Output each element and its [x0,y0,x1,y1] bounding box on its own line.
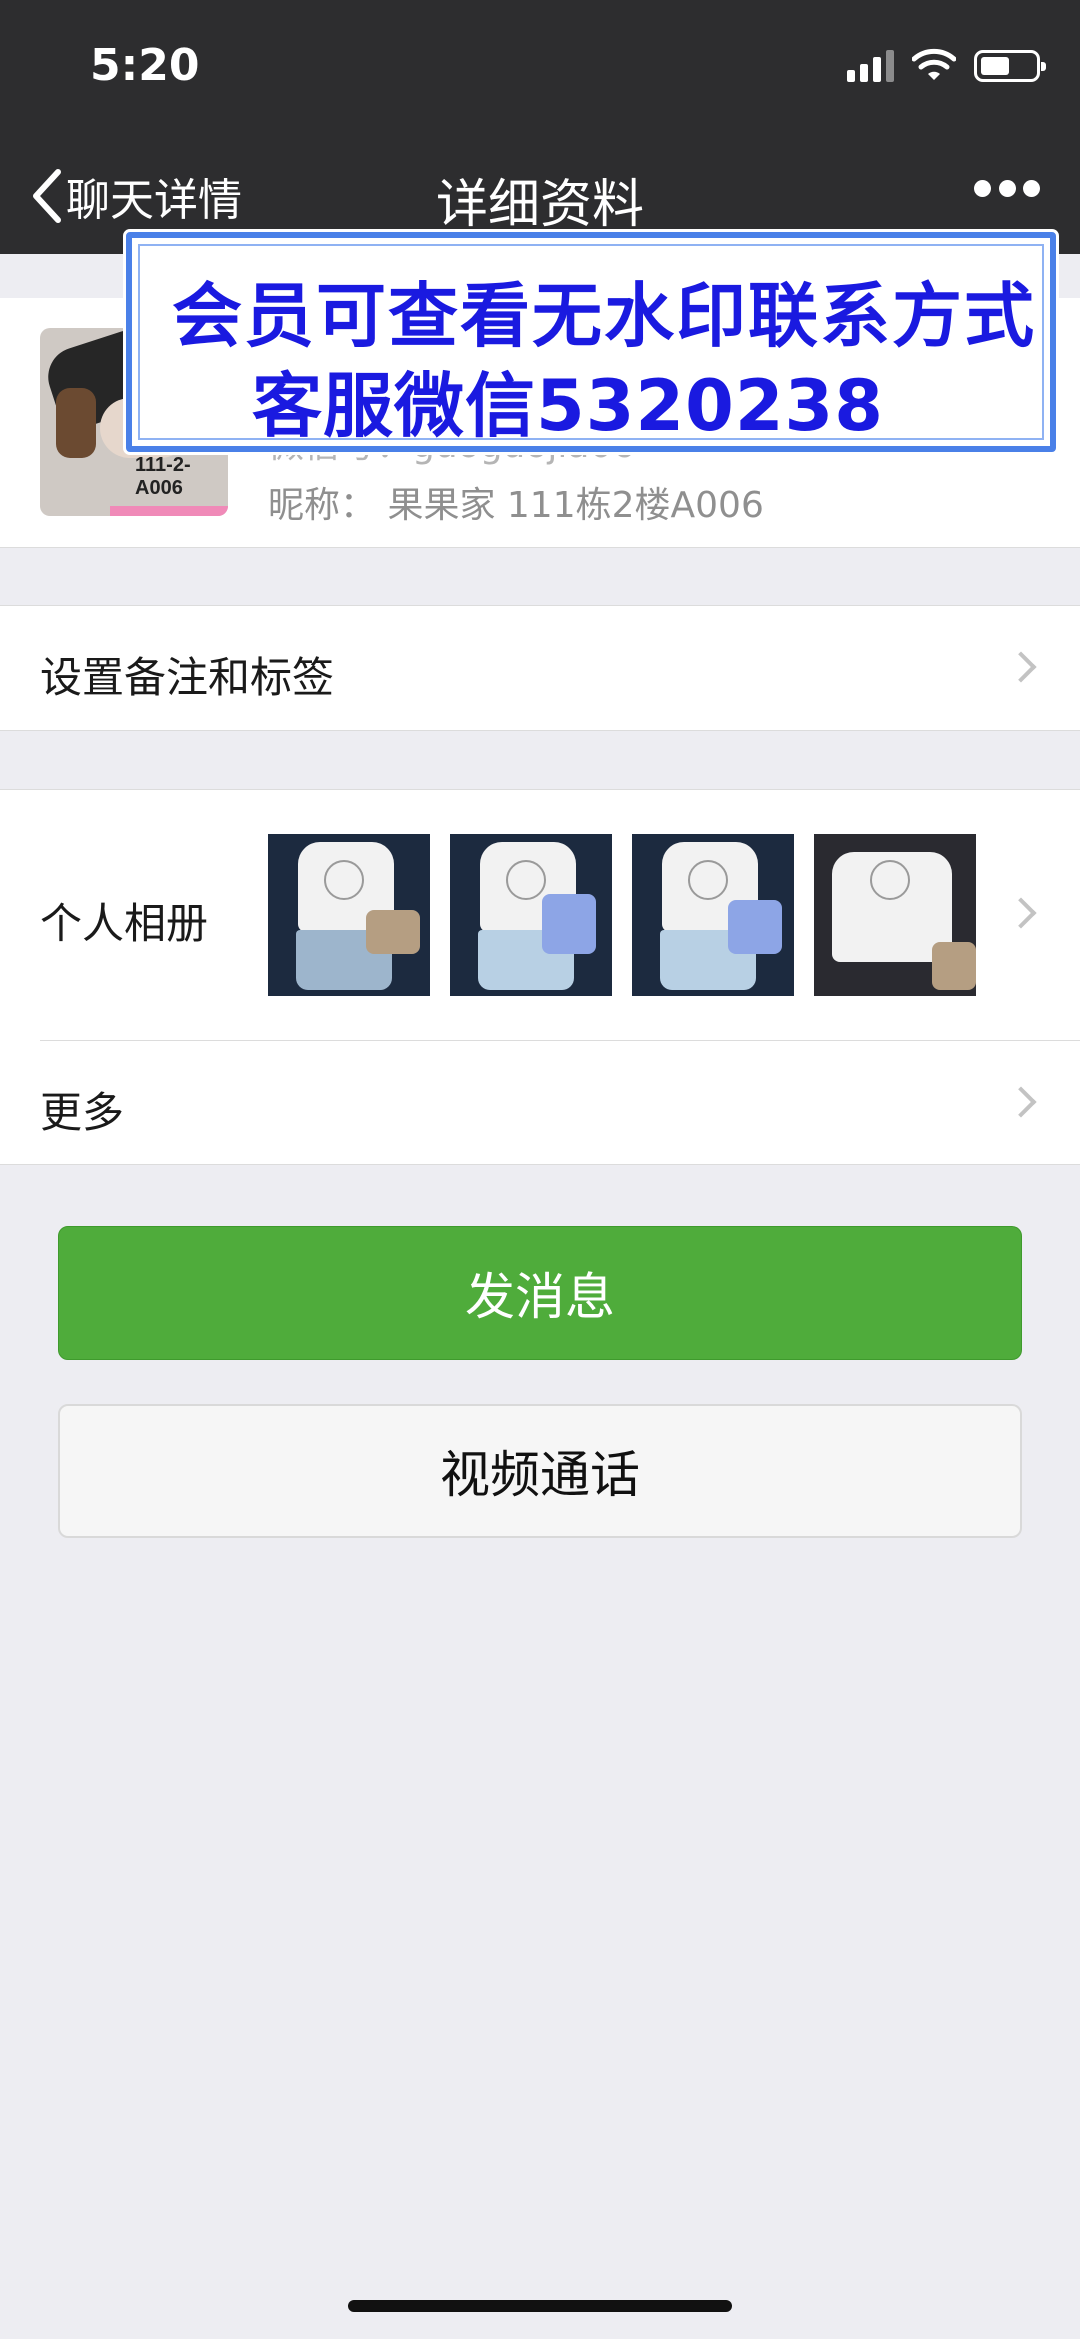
status-icons [847,48,1046,82]
album-photo-3[interactable] [632,834,794,996]
nickname: 昵称： 果果家 111栋2楼A006 [268,485,764,526]
more-label: 更多 [40,1088,125,1137]
send-message-button[interactable]: 发消息 [58,1226,1022,1360]
status-bar: 5:20 [0,0,1080,140]
set-remark-row[interactable]: 设置备注和标签 [0,605,1080,731]
battery-icon [974,50,1046,82]
overlay-line-1: 会员可查看无水印联系方式 [172,275,1036,357]
overlay-line-2: 客服微信5320238 [252,365,884,447]
album-photo-2[interactable] [450,834,612,996]
personal-album-label: 个人相册 [40,899,209,948]
more-options-icon[interactable] [974,180,1040,200]
chevron-right-icon [1005,1086,1037,1118]
wifi-icon [912,48,956,80]
promo-overlay-banner: 会员可查看无水印联系方式 客服微信5320238 [126,232,1056,452]
album-photo-4[interactable] [814,834,976,996]
set-remark-label: 设置备注和标签 [40,653,335,702]
chevron-right-icon [1005,897,1037,929]
home-indicator[interactable] [348,2300,732,2312]
album-photos [268,834,976,996]
avatar-label: 111-2-A006 [135,454,191,499]
album-photo-1[interactable] [268,834,430,996]
personal-album-row[interactable]: 个人相册 [0,790,1080,1040]
status-time: 5:20 [90,40,200,91]
video-call-button[interactable]: 视频通话 [58,1404,1022,1538]
chevron-right-icon [1005,651,1037,683]
info-group: 个人相册 更多 [0,789,1080,1165]
more-row[interactable]: 更多 [0,1041,1080,1166]
cellular-signal-icon [847,48,894,82]
page-title: 详细资料 [435,175,644,235]
